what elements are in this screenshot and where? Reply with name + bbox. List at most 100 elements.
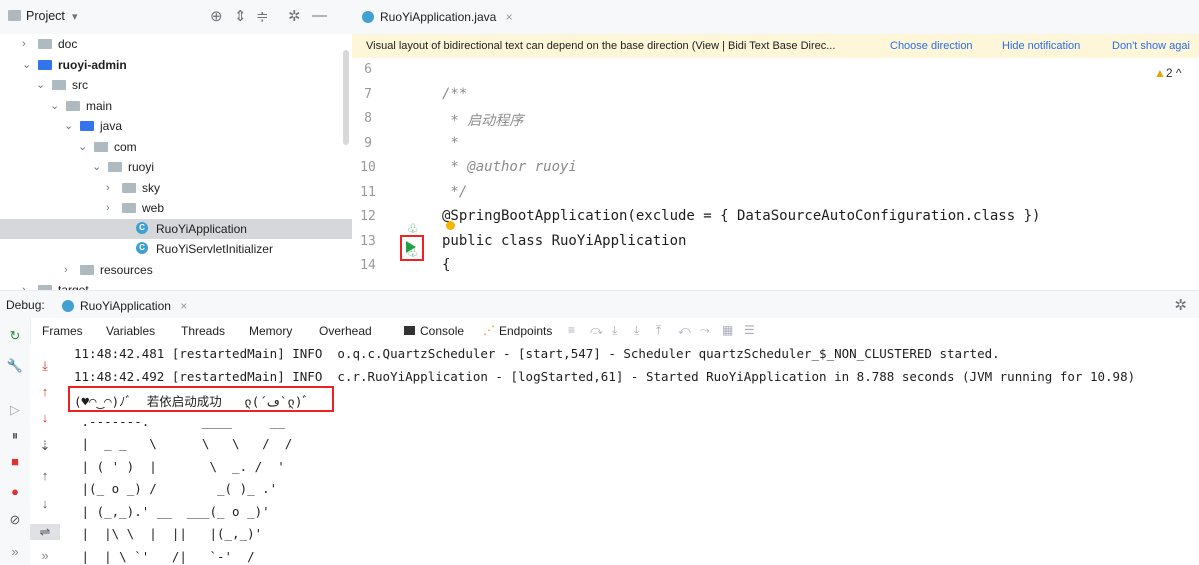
chevron-down-icon[interactable]: ⌄	[22, 55, 34, 75]
chevron-right-icon[interactable]: ›	[22, 34, 34, 54]
close-icon[interactable]: ×	[180, 299, 187, 313]
code-editor[interactable]: 6 7 8 9 10 11 12 13 14 ▲▲22 ^ /** * 启动程序 * * @au…	[352, 58, 1199, 290]
view-breakpoints-icon[interactable]: ●	[0, 484, 30, 499]
tree-item[interactable]: › target	[0, 280, 352, 290]
warnings-badge[interactable]: ▲▲22 ^	[1154, 66, 1182, 80]
down-arrow-icon[interactable]: ↓	[30, 496, 60, 511]
tab-label: RuoYiApplication.java	[380, 10, 497, 24]
tree-item[interactable]: › doc	[0, 34, 352, 54]
console-line: | ( ' ) | \ _. / '	[74, 458, 285, 474]
tree-item-label: src	[72, 78, 88, 92]
wrench-icon[interactable]: 🔧	[0, 358, 30, 374]
tree-item[interactable]: ⌄ com	[0, 137, 352, 157]
mute-breakpoints-icon[interactable]: ⊘	[0, 512, 30, 528]
locate-icon[interactable]: ⊕	[210, 7, 223, 25]
tree-item[interactable]: C RuoYiApplication	[0, 218, 352, 239]
tree-item-label: target	[58, 283, 89, 290]
tree-item-label: com	[114, 139, 137, 154]
bulb-icon[interactable]	[446, 221, 455, 230]
debug-tab-label: RuoYiApplication	[80, 299, 171, 313]
run-to-cursor-icon[interactable]: ⤳	[700, 323, 710, 338]
step-into-icon[interactable]: ⤓	[612, 323, 617, 338]
down-arrow-icon[interactable]: ↓	[30, 410, 60, 425]
choose-direction-link[interactable]: Choose direction	[890, 34, 973, 58]
gear-icon[interactable]: ✲	[1174, 296, 1187, 314]
step-over-icon[interactable]: ⤓	[30, 358, 60, 374]
tree-item[interactable]: › resources	[0, 260, 352, 280]
chevron-down-icon[interactable]: ⌄	[78, 137, 90, 157]
dont-show-again-link[interactable]: Don't show agai	[1112, 34, 1190, 58]
chevron-down-icon[interactable]: ⌄	[36, 75, 48, 95]
folder-icon	[38, 39, 52, 49]
close-icon[interactable]: ×	[506, 10, 513, 24]
tree-item[interactable]: ⌄ ruoyi-admin	[0, 55, 352, 75]
run-icon[interactable]	[406, 241, 416, 253]
tree-item[interactable]: › sky	[0, 178, 352, 198]
minimize-icon[interactable]: —	[312, 7, 327, 24]
chevron-right-icon[interactable]: ›	[22, 280, 34, 290]
tree-item[interactable]: ⌄ src	[0, 75, 352, 95]
resume-icon[interactable]: ▷	[0, 402, 30, 418]
chevron-down-icon[interactable]: ▾	[72, 10, 78, 23]
chevron-down-icon[interactable]: ⌄	[64, 116, 76, 136]
trace-icon[interactable]: ☰	[744, 323, 755, 337]
subtab-memory[interactable]: Memory	[249, 324, 292, 338]
console-output[interactable]: 11:48:42.481 [restartedMain] INFO o.q.c.…	[60, 344, 1199, 565]
chevron-right-icon[interactable]: ›	[64, 260, 76, 280]
chevron-down-icon[interactable]: ⌄	[92, 157, 104, 177]
class-icon: C	[136, 221, 148, 234]
chevron-right-icon[interactable]: ›	[106, 198, 118, 218]
line-number: 9	[364, 135, 372, 151]
subtab-frames[interactable]: Frames	[42, 324, 83, 338]
pause-icon[interactable]: ⏸	[0, 428, 30, 444]
line-number: 8	[364, 111, 372, 126]
expand-all-icon[interactable]: ⇕	[234, 7, 247, 25]
tab-ruoyiapplication[interactable]: RuoYiApplication.java ×	[362, 6, 513, 28]
endpoints-icon: ⋰	[483, 323, 495, 337]
tree-item-label: web	[142, 201, 165, 215]
console-line: .-------. ____ __	[74, 413, 285, 429]
hide-notification-link[interactable]: Hide notification	[1002, 34, 1080, 58]
tree-item[interactable]: C RuoYiServletInitializer	[0, 239, 352, 259]
project-title[interactable]: Project	[26, 9, 65, 23]
more-icon[interactable]: »	[0, 544, 30, 559]
line-number: 6	[364, 62, 372, 77]
step-out-icon[interactable]: ⤒	[656, 323, 661, 338]
sort-icon[interactable]: ⇣	[30, 438, 60, 454]
collapse-all-icon[interactable]: ≑	[256, 7, 269, 25]
tree-item-label: ruoyi	[128, 160, 155, 174]
step-over-icon[interactable]: ⤼	[590, 323, 603, 338]
more-icon[interactable]: »	[30, 548, 60, 563]
tree-item[interactable]: ⌄ main	[0, 96, 352, 116]
tree-item[interactable]: ⌄ ruoyi	[0, 157, 352, 177]
chevron-down-icon[interactable]: ⌄	[50, 96, 62, 116]
project-icon	[8, 10, 21, 21]
menu-icon[interactable]: ≡	[568, 323, 575, 337]
debug-tab-ruoyiapplication[interactable]: RuoYiApplication ×	[62, 296, 187, 316]
force-step-into-icon[interactable]: ⤓	[634, 323, 639, 338]
notification-message: Visual layout of bidirectional text can …	[366, 40, 836, 52]
tree-item[interactable]: ⌄ java	[0, 116, 352, 136]
tree-item[interactable]: › web	[0, 198, 352, 218]
stop-icon[interactable]: ■	[0, 454, 30, 469]
subtab-threads[interactable]: Threads	[181, 324, 225, 338]
drop-frame-icon[interactable]: ⤺	[678, 323, 691, 338]
tree-item-label: RuoYiServletInitializer	[156, 242, 273, 256]
soft-wrap-icon[interactable]: ⇌	[30, 524, 60, 540]
debug-left-toolbar: ↻ 🔧 ▷ ⏸ ■ ● ⊘ »	[0, 318, 31, 565]
rerun-icon[interactable]: ↻	[0, 328, 30, 344]
evaluate-icon[interactable]: ▦	[722, 323, 733, 337]
subtab-overhead[interactable]: Overhead	[319, 324, 372, 338]
up-arrow-icon[interactable]: ↑	[30, 384, 60, 399]
gear-icon[interactable]: ✲	[288, 7, 301, 25]
project-panel-header: Project ▾ ⊕ ⇕ ≑ ✲ —	[0, 0, 352, 34]
package-icon	[94, 141, 108, 152]
subtab-variables[interactable]: Variables	[106, 324, 155, 338]
debug-label: Debug:	[6, 298, 45, 312]
line-number: 13	[360, 233, 376, 249]
class-icon: C	[136, 242, 148, 254]
console-line: | (_,_).' __ ___(_ o _)'	[74, 503, 270, 519]
scrollbar[interactable]	[343, 50, 349, 145]
chevron-right-icon[interactable]: ›	[106, 178, 118, 198]
up-arrow-icon[interactable]: ↑	[30, 468, 60, 483]
